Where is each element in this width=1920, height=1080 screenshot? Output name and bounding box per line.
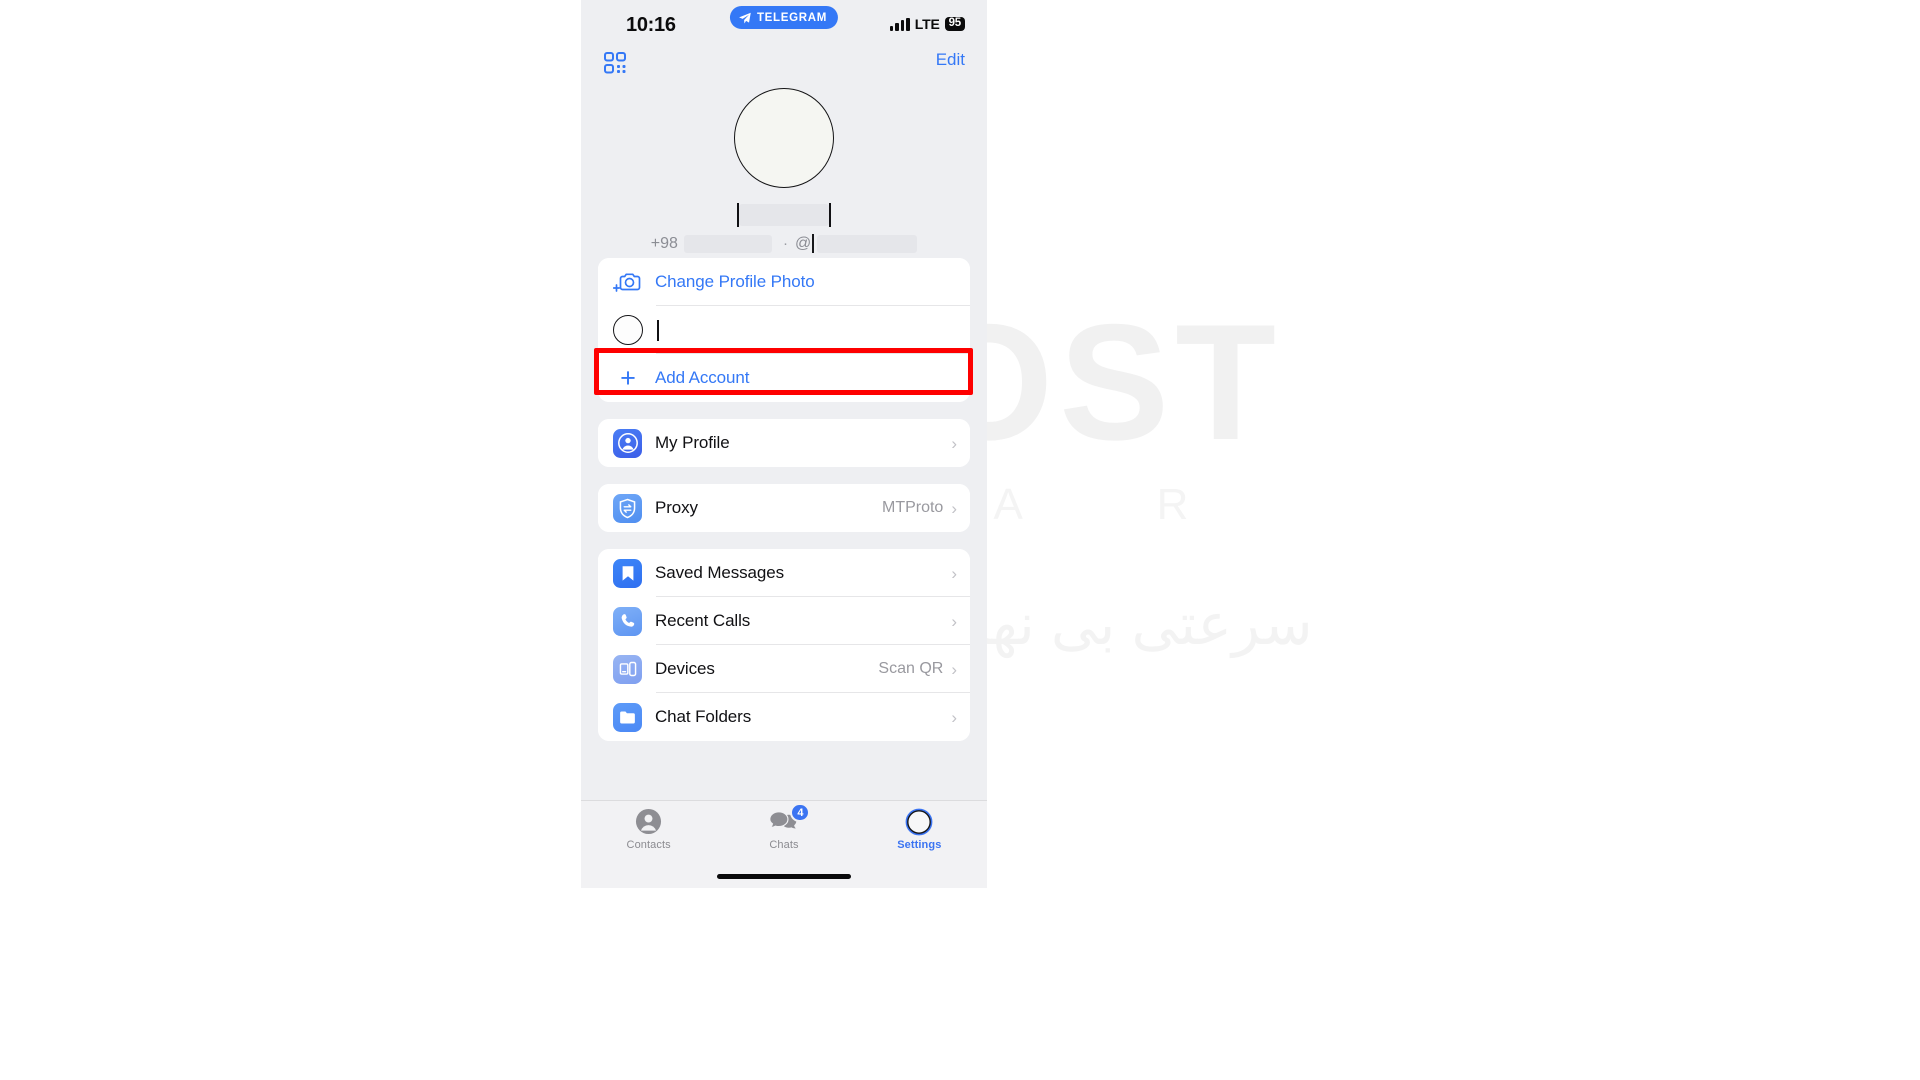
proxy-shield-icon — [613, 493, 642, 523]
bookmark-icon — [613, 558, 642, 588]
settings-avatar-ring-icon — [905, 807, 933, 836]
profile-country-code: +98 — [650, 234, 678, 252]
account-name-cursor — [657, 319, 659, 341]
tab-chats[interactable]: 4 Chats — [716, 803, 851, 863]
add-account-label: Add Account — [655, 368, 750, 387]
settings-row-chat-folders[interactable]: Chat Folders › — [598, 693, 970, 741]
telegram-paper-plane-icon — [738, 11, 752, 25]
profile-header: +98 · @ — [581, 82, 987, 258]
profile-name-cursor-end — [829, 203, 831, 227]
nav-row: Edit — [581, 48, 987, 82]
profile-name-redacted — [739, 204, 829, 226]
signal-bars-icon — [889, 17, 910, 31]
settings-row-value: MTProto — [881, 499, 944, 516]
chevron-right-icon: › — [951, 659, 957, 679]
status-indicators: LTE 95 — [889, 16, 965, 32]
chat-bubbles-icon: 4 — [769, 803, 811, 836]
add-camera-icon — [612, 269, 643, 295]
tab-label: Settings — [897, 839, 942, 851]
battery-percent-badge: 95 — [944, 16, 965, 32]
settings-row-recent-calls[interactable]: Recent Calls › — [598, 597, 970, 645]
settings-row-label: My Profile — [655, 433, 730, 452]
profile-phone-redacted — [683, 234, 772, 253]
profile-username-caret — [812, 234, 815, 253]
status-bar: 10:16 TELEGRAM LTE 95 — [581, 0, 987, 48]
phone-icon — [613, 606, 642, 636]
qr-code-scan-icon[interactable] — [602, 50, 628, 76]
account-switcher-row[interactable] — [598, 306, 970, 354]
status-time: 10:16 — [626, 14, 676, 36]
account-card: Change Profile Photo + Add Account — [598, 258, 970, 402]
my-profile-card: My Profile › — [598, 419, 970, 467]
settings-row-label: Saved Messages — [655, 563, 785, 582]
tab-label: Chats — [769, 839, 799, 851]
edit-button[interactable]: Edit — [936, 50, 965, 70]
profile-username-redacted — [817, 234, 918, 253]
settings-row-my-profile[interactable]: My Profile › — [598, 419, 970, 467]
pill-label: TELEGRAM — [756, 11, 828, 24]
general-card: Saved Messages › Recent Calls › Devices … — [598, 549, 970, 741]
settings-row-label: Devices — [655, 659, 715, 678]
settings-content: Change Profile Photo + Add Account My Pr… — [581, 258, 987, 741]
account-avatar-icon — [613, 315, 643, 345]
add-account-row[interactable]: + Add Account — [598, 354, 970, 402]
profile-name-row — [581, 202, 987, 228]
tab-contacts[interactable]: Contacts — [581, 807, 716, 863]
plus-icon: + — [620, 362, 636, 393]
settings-row-label: Proxy — [655, 498, 698, 517]
screenshot-root: WHOST A Z A R سرعتی بی نهایت میزبانی وب … — [0, 0, 1920, 1080]
devices-icon — [613, 654, 642, 684]
chats-unread-badge: 4 — [790, 803, 811, 822]
settings-row-devices[interactable]: Devices Scan QR › — [598, 645, 970, 693]
tab-bar: Contacts 4 Chats Settings — [581, 800, 987, 888]
profile-avatar[interactable] — [734, 88, 834, 188]
change-profile-photo-label: Change Profile Photo — [655, 272, 815, 291]
profile-username-prefix: @ — [794, 234, 812, 252]
settings-row-label: Chat Folders — [655, 707, 752, 726]
chevron-right-icon: › — [951, 498, 957, 518]
settings-row-saved-messages[interactable]: Saved Messages › — [598, 549, 970, 597]
chevron-right-icon: › — [951, 611, 957, 631]
tab-label: Contacts — [626, 839, 671, 851]
profile-handle-row: +98 · @ — [581, 234, 987, 253]
person-circle-icon — [613, 428, 642, 458]
settings-row-proxy[interactable]: Proxy MTProto › — [598, 484, 970, 532]
chevron-right-icon: › — [951, 707, 957, 727]
proxy-card: Proxy MTProto › — [598, 484, 970, 532]
settings-row-label: Recent Calls — [655, 611, 751, 630]
folder-icon — [613, 702, 642, 732]
chevron-right-icon: › — [951, 563, 957, 583]
phone-screen: 10:16 TELEGRAM LTE 95 Edit +98 · @ Chang… — [581, 0, 987, 888]
chevron-right-icon: › — [951, 433, 957, 453]
network-type-label: LTE — [914, 16, 940, 32]
change-profile-photo-row[interactable]: Change Profile Photo — [598, 258, 970, 306]
settings-row-value: Scan QR — [878, 660, 944, 677]
contacts-person-icon — [635, 807, 662, 836]
handle-separator: · — [782, 235, 788, 252]
telegram-recording-pill[interactable]: TELEGRAM — [729, 6, 839, 29]
tab-settings[interactable]: Settings — [852, 807, 987, 863]
home-indicator — [717, 874, 851, 879]
